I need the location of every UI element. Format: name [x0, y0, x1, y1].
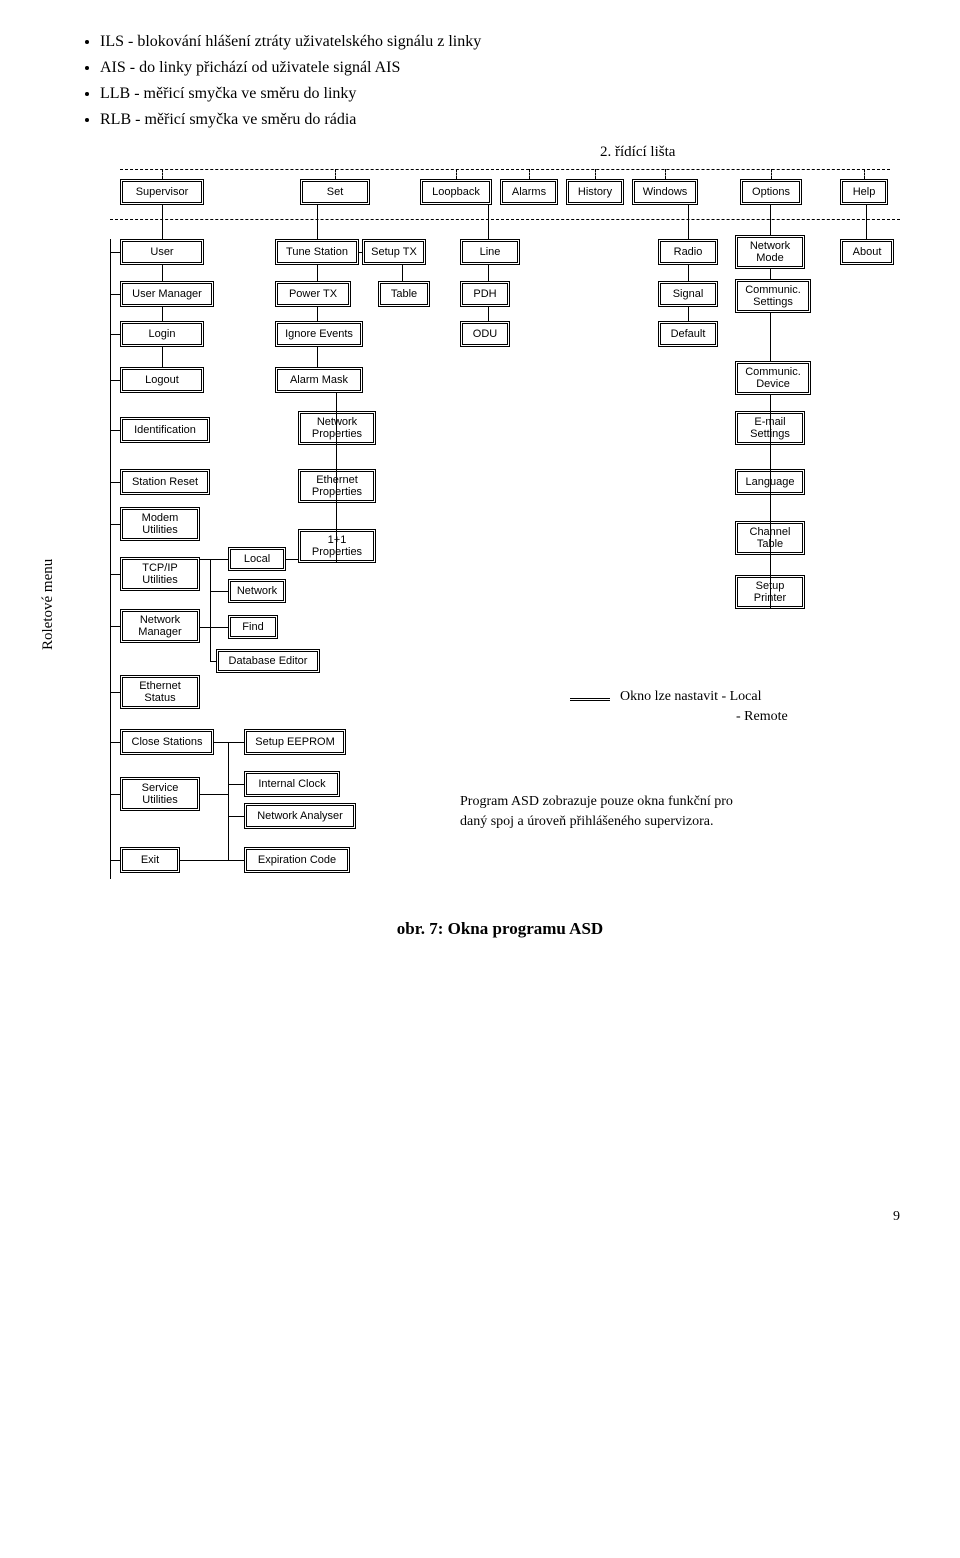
note-okno-line1: Okno lze nastavit - Local — [620, 689, 762, 705]
node-modem-utilities: Modem Utilities — [120, 507, 200, 541]
node-user-manager: User Manager — [120, 281, 214, 307]
label-roletove-menu: Roletové menu — [40, 559, 57, 650]
node-supervisor: Supervisor — [120, 179, 204, 205]
node-comm-device: Communic. Device — [735, 361, 811, 395]
node-identification: Identification — [120, 417, 210, 443]
bullet-item: RLB - měřicí smyčka ve směru do rádia — [100, 108, 900, 132]
bullet-item: LLB - měřicí smyčka ve směru do linky — [100, 82, 900, 106]
node-service-utilities: Service Utilities — [120, 777, 200, 811]
node-odu: ODU — [460, 321, 510, 347]
node-options: Options — [740, 179, 802, 205]
node-find: Find — [228, 615, 278, 639]
bullet-item: ILS - blokování hlášení ztráty uživatels… — [100, 30, 900, 54]
node-power-tx: Power TX — [275, 281, 351, 307]
node-close-stations: Close Stations — [120, 729, 214, 755]
node-tcpip-utilities: TCP/IP Utilities — [120, 557, 200, 591]
bullet-item: AIS - do linky přichází od uživatele sig… — [100, 56, 900, 80]
node-setup-tx: Setup TX — [362, 239, 426, 265]
node-setup-eeprom: Setup EEPROM — [244, 729, 346, 755]
diagram-area: Supervisor Set Loopback Alarms History W… — [100, 169, 900, 1149]
node-alarms: Alarms — [500, 179, 558, 205]
node-station-reset: Station Reset — [120, 469, 210, 495]
page-number: 9 — [0, 1209, 900, 1225]
node-ethernet-properties: Ethernet Properties — [298, 469, 376, 503]
node-network-mode: Network Mode — [735, 235, 805, 269]
node-network: Network — [228, 579, 286, 603]
node-about: About — [840, 239, 894, 265]
node-login: Login — [120, 321, 204, 347]
note-program-line2: daný spoj a úroveň přihlášeného superviz… — [460, 814, 713, 830]
node-database-editor: Database Editor — [216, 649, 320, 673]
node-help: Help — [840, 179, 888, 205]
node-network-manager: Network Manager — [120, 609, 200, 643]
node-history: History — [566, 179, 624, 205]
node-comm-settings: Communic. Settings — [735, 279, 811, 313]
node-set: Set — [300, 179, 370, 205]
node-tune-station: Tune Station — [275, 239, 359, 265]
legend-icon — [570, 698, 610, 707]
node-signal: Signal — [658, 281, 718, 307]
node-network-analyser: Network Analyser — [244, 803, 356, 829]
bullet-list: ILS - blokování hlášení ztráty uživatels… — [100, 30, 900, 132]
node-user: User — [120, 239, 204, 265]
note-program-line1: Program ASD zobrazuje pouze okna funkční… — [460, 794, 733, 810]
node-radio: Radio — [658, 239, 718, 265]
node-network-properties: Network Properties — [298, 411, 376, 445]
node-expiration-code: Expiration Code — [244, 847, 350, 873]
node-pdh: PDH — [460, 281, 510, 307]
node-table: Table — [378, 281, 430, 307]
node-local: Local — [228, 547, 286, 571]
node-internal-clock: Internal Clock — [244, 771, 340, 797]
node-alarm-mask: Alarm Mask — [275, 367, 363, 393]
figure-caption: obr. 7: Okna programu ASD — [100, 919, 900, 939]
node-exit: Exit — [120, 847, 180, 873]
node-default: Default — [658, 321, 718, 347]
node-ignore-events: Ignore Events — [275, 321, 363, 347]
node-1plus1-properties: 1+1 Properties — [298, 529, 376, 563]
node-line: Line — [460, 239, 520, 265]
label-ridici-lista: 2. řídící lišta — [600, 144, 900, 161]
node-loopback: Loopback — [420, 179, 492, 205]
node-logout: Logout — [120, 367, 204, 393]
note-okno-line2: - Remote — [736, 709, 788, 725]
node-ethernet-status: Ethernet Status — [120, 675, 200, 709]
node-windows: Windows — [632, 179, 698, 205]
